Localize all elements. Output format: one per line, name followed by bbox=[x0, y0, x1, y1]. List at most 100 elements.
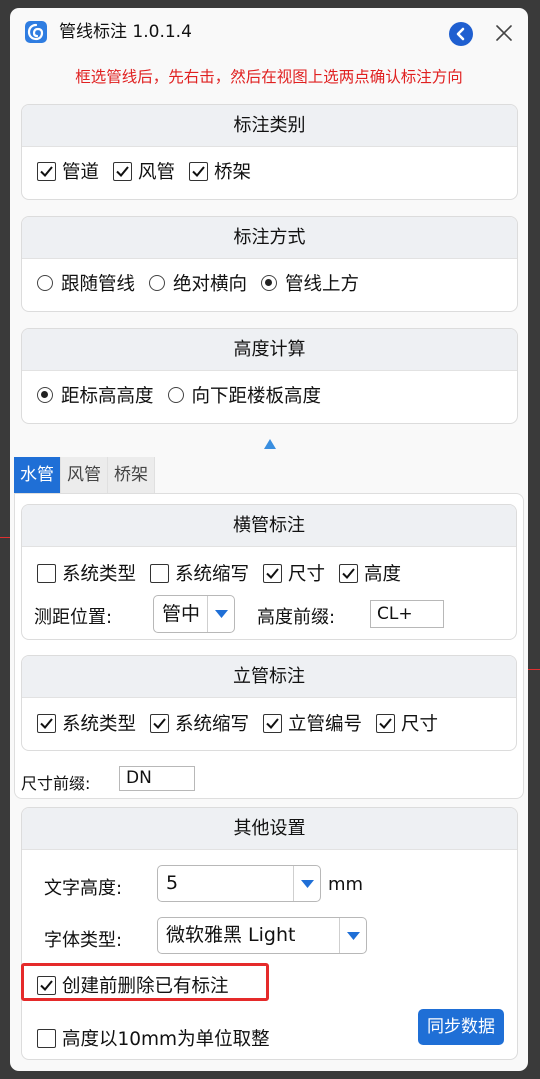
category-duct-label: 风管 bbox=[138, 162, 176, 183]
vertical-riser-number[interactable]: 立管编号 bbox=[263, 710, 362, 736]
size-prefix-label: 尺寸前缀: bbox=[21, 774, 91, 793]
horizontal-header: 横管标注 bbox=[22, 505, 516, 547]
text-height-value: 5 bbox=[166, 872, 179, 894]
check-icon bbox=[263, 563, 283, 583]
font-type-label: 字体类型: bbox=[44, 930, 123, 951]
category-tray-label: 桥架 bbox=[214, 162, 252, 183]
dropdown-arrow-icon bbox=[293, 866, 320, 901]
horizontal-system-type[interactable]: 系统类型 bbox=[37, 560, 136, 586]
category-options: 管道 风管 桥架 bbox=[37, 158, 265, 184]
edge-marker-right bbox=[528, 669, 540, 670]
text-height-label: 文字高度: bbox=[44, 878, 123, 899]
dropdown-arrow-icon bbox=[339, 918, 366, 953]
horizontal-system-abbr[interactable]: 系统缩写 bbox=[150, 560, 249, 586]
check-icon bbox=[376, 713, 396, 733]
vertical-options: 系统类型 系统缩写 立管编号 尺寸 bbox=[37, 710, 452, 736]
vertical-size[interactable]: 尺寸 bbox=[376, 710, 438, 736]
check-icon bbox=[113, 161, 133, 181]
height-prefix-label: 高度前缀: bbox=[257, 607, 336, 628]
tab-duct[interactable]: 风管 bbox=[61, 457, 108, 493]
check-icon bbox=[37, 161, 56, 181]
font-type-value: 微软雅黑 Light bbox=[166, 924, 296, 946]
vertical-system-type-label: 系统类型 bbox=[62, 714, 137, 735]
radio-icon bbox=[37, 387, 53, 403]
mode-horizontal[interactable]: 绝对横向 bbox=[149, 270, 247, 296]
checkbox-icon bbox=[37, 563, 56, 583]
mode-header: 标注方式 bbox=[22, 217, 517, 259]
height-to-floor-label: 向下距楼板高度 bbox=[191, 386, 322, 407]
check-icon bbox=[37, 713, 56, 733]
vertical-size-label: 尺寸 bbox=[401, 714, 439, 735]
mode-follow[interactable]: 跟随管线 bbox=[37, 270, 135, 296]
category-tray[interactable]: 桥架 bbox=[189, 158, 251, 184]
height-from-level-label: 距标高高度 bbox=[61, 386, 154, 407]
edge-marker-left bbox=[0, 537, 10, 538]
checkbox-icon bbox=[37, 1028, 56, 1048]
text-height-unit: mm bbox=[328, 874, 364, 895]
category-pipe[interactable]: 管道 bbox=[37, 158, 99, 184]
text-height-select[interactable]: 5 bbox=[157, 865, 321, 902]
horizontal-size[interactable]: 尺寸 bbox=[263, 560, 325, 586]
radio-icon bbox=[261, 275, 278, 291]
horizontal-options: 系统类型 系统缩写 尺寸 高度 bbox=[37, 560, 415, 586]
height-prefix-input[interactable]: CL+ bbox=[370, 600, 444, 628]
check-icon bbox=[339, 563, 359, 583]
mode-above-label: 管线上方 bbox=[285, 274, 360, 295]
round-height-label: 高度以10mm为单位取整 bbox=[62, 1029, 270, 1050]
tab-bar: 水管 风管 桥架 bbox=[14, 457, 155, 493]
tab-panel: 横管标注 系统类型 系统缩写 尺寸 高度 测距位置: 管中 高度前缀: CL+ … bbox=[14, 493, 524, 799]
tab-cable-tray[interactable]: 桥架 bbox=[108, 457, 155, 493]
app-logo-icon bbox=[25, 21, 47, 43]
annotation-window: 管线标注 1.0.1.4 框选管线后，先右击，然后在视图上选两点确认标注方向 标… bbox=[10, 8, 528, 1071]
vertical-card: 立管标注 系统类型 系统缩写 立管编号 尺寸 bbox=[21, 655, 517, 751]
height-from-level[interactable]: 距标高高度 bbox=[37, 382, 154, 408]
mode-follow-label: 跟随管线 bbox=[61, 274, 136, 295]
distance-position-select[interactable]: 管中 bbox=[153, 595, 235, 633]
check-icon bbox=[263, 713, 283, 733]
horizontal-height-label: 高度 bbox=[364, 564, 402, 585]
horizontal-system-type-label: 系统类型 bbox=[62, 564, 137, 585]
tab-water-pipe[interactable]: 水管 bbox=[14, 457, 61, 493]
size-prefix-input[interactable]: DN bbox=[119, 766, 195, 791]
collapse-left-icon[interactable] bbox=[449, 22, 473, 46]
check-icon bbox=[189, 161, 209, 181]
check-icon bbox=[150, 713, 170, 733]
window-title: 管线标注 1.0.1.4 bbox=[59, 22, 192, 42]
mode-horizontal-label: 绝对横向 bbox=[173, 274, 248, 295]
mode-options: 跟随管线 绝对横向 管线上方 bbox=[37, 270, 373, 296]
title-bar[interactable]: 管线标注 1.0.1.4 bbox=[10, 8, 528, 56]
round-height-option[interactable]: 高度以10mm为单位取整 bbox=[37, 1025, 270, 1051]
height-to-floor[interactable]: 向下距楼板高度 bbox=[167, 382, 322, 408]
height-calc-header: 高度计算 bbox=[22, 329, 517, 371]
category-card: 标注类别 管道 风管 桥架 bbox=[21, 104, 518, 200]
highlight-box bbox=[21, 963, 269, 1001]
vertical-system-abbr[interactable]: 系统缩写 bbox=[150, 710, 249, 736]
dropdown-arrow-icon bbox=[207, 596, 234, 632]
instruction-hint: 框选管线后，先右击，然后在视图上选两点确认标注方向 bbox=[75, 68, 463, 86]
close-icon[interactable] bbox=[492, 21, 516, 45]
vertical-system-abbr-label: 系统缩写 bbox=[175, 714, 250, 735]
radio-icon bbox=[37, 275, 53, 291]
height-calc-options: 距标高高度 向下距楼板高度 bbox=[37, 382, 335, 408]
radio-icon bbox=[149, 275, 166, 291]
chevron-up-icon[interactable] bbox=[263, 438, 277, 450]
category-header: 标注类别 bbox=[22, 105, 517, 147]
category-duct[interactable]: 风管 bbox=[113, 158, 175, 184]
vertical-riser-number-label: 立管编号 bbox=[288, 714, 363, 735]
horizontal-size-label: 尺寸 bbox=[288, 564, 326, 585]
mode-above[interactable]: 管线上方 bbox=[261, 270, 359, 296]
radio-icon bbox=[167, 387, 184, 403]
horizontal-height[interactable]: 高度 bbox=[339, 560, 401, 586]
horizontal-card: 横管标注 系统类型 系统缩写 尺寸 高度 测距位置: 管中 高度前缀: CL+ bbox=[21, 504, 517, 640]
distance-position-value: 管中 bbox=[162, 603, 201, 625]
vertical-system-type[interactable]: 系统类型 bbox=[37, 710, 136, 736]
font-type-select[interactable]: 微软雅黑 Light bbox=[157, 917, 367, 954]
other-settings-header: 其他设置 bbox=[22, 808, 517, 850]
distance-position-label: 测距位置: bbox=[34, 607, 113, 628]
height-calc-card: 高度计算 距标高高度 向下距楼板高度 bbox=[21, 328, 518, 424]
category-pipe-label: 管道 bbox=[62, 162, 100, 183]
checkbox-icon bbox=[150, 563, 170, 583]
horizontal-system-abbr-label: 系统缩写 bbox=[175, 564, 250, 585]
mode-card: 标注方式 跟随管线 绝对横向 管线上方 bbox=[21, 216, 518, 312]
sync-data-button[interactable]: 同步数据 bbox=[418, 1009, 504, 1045]
